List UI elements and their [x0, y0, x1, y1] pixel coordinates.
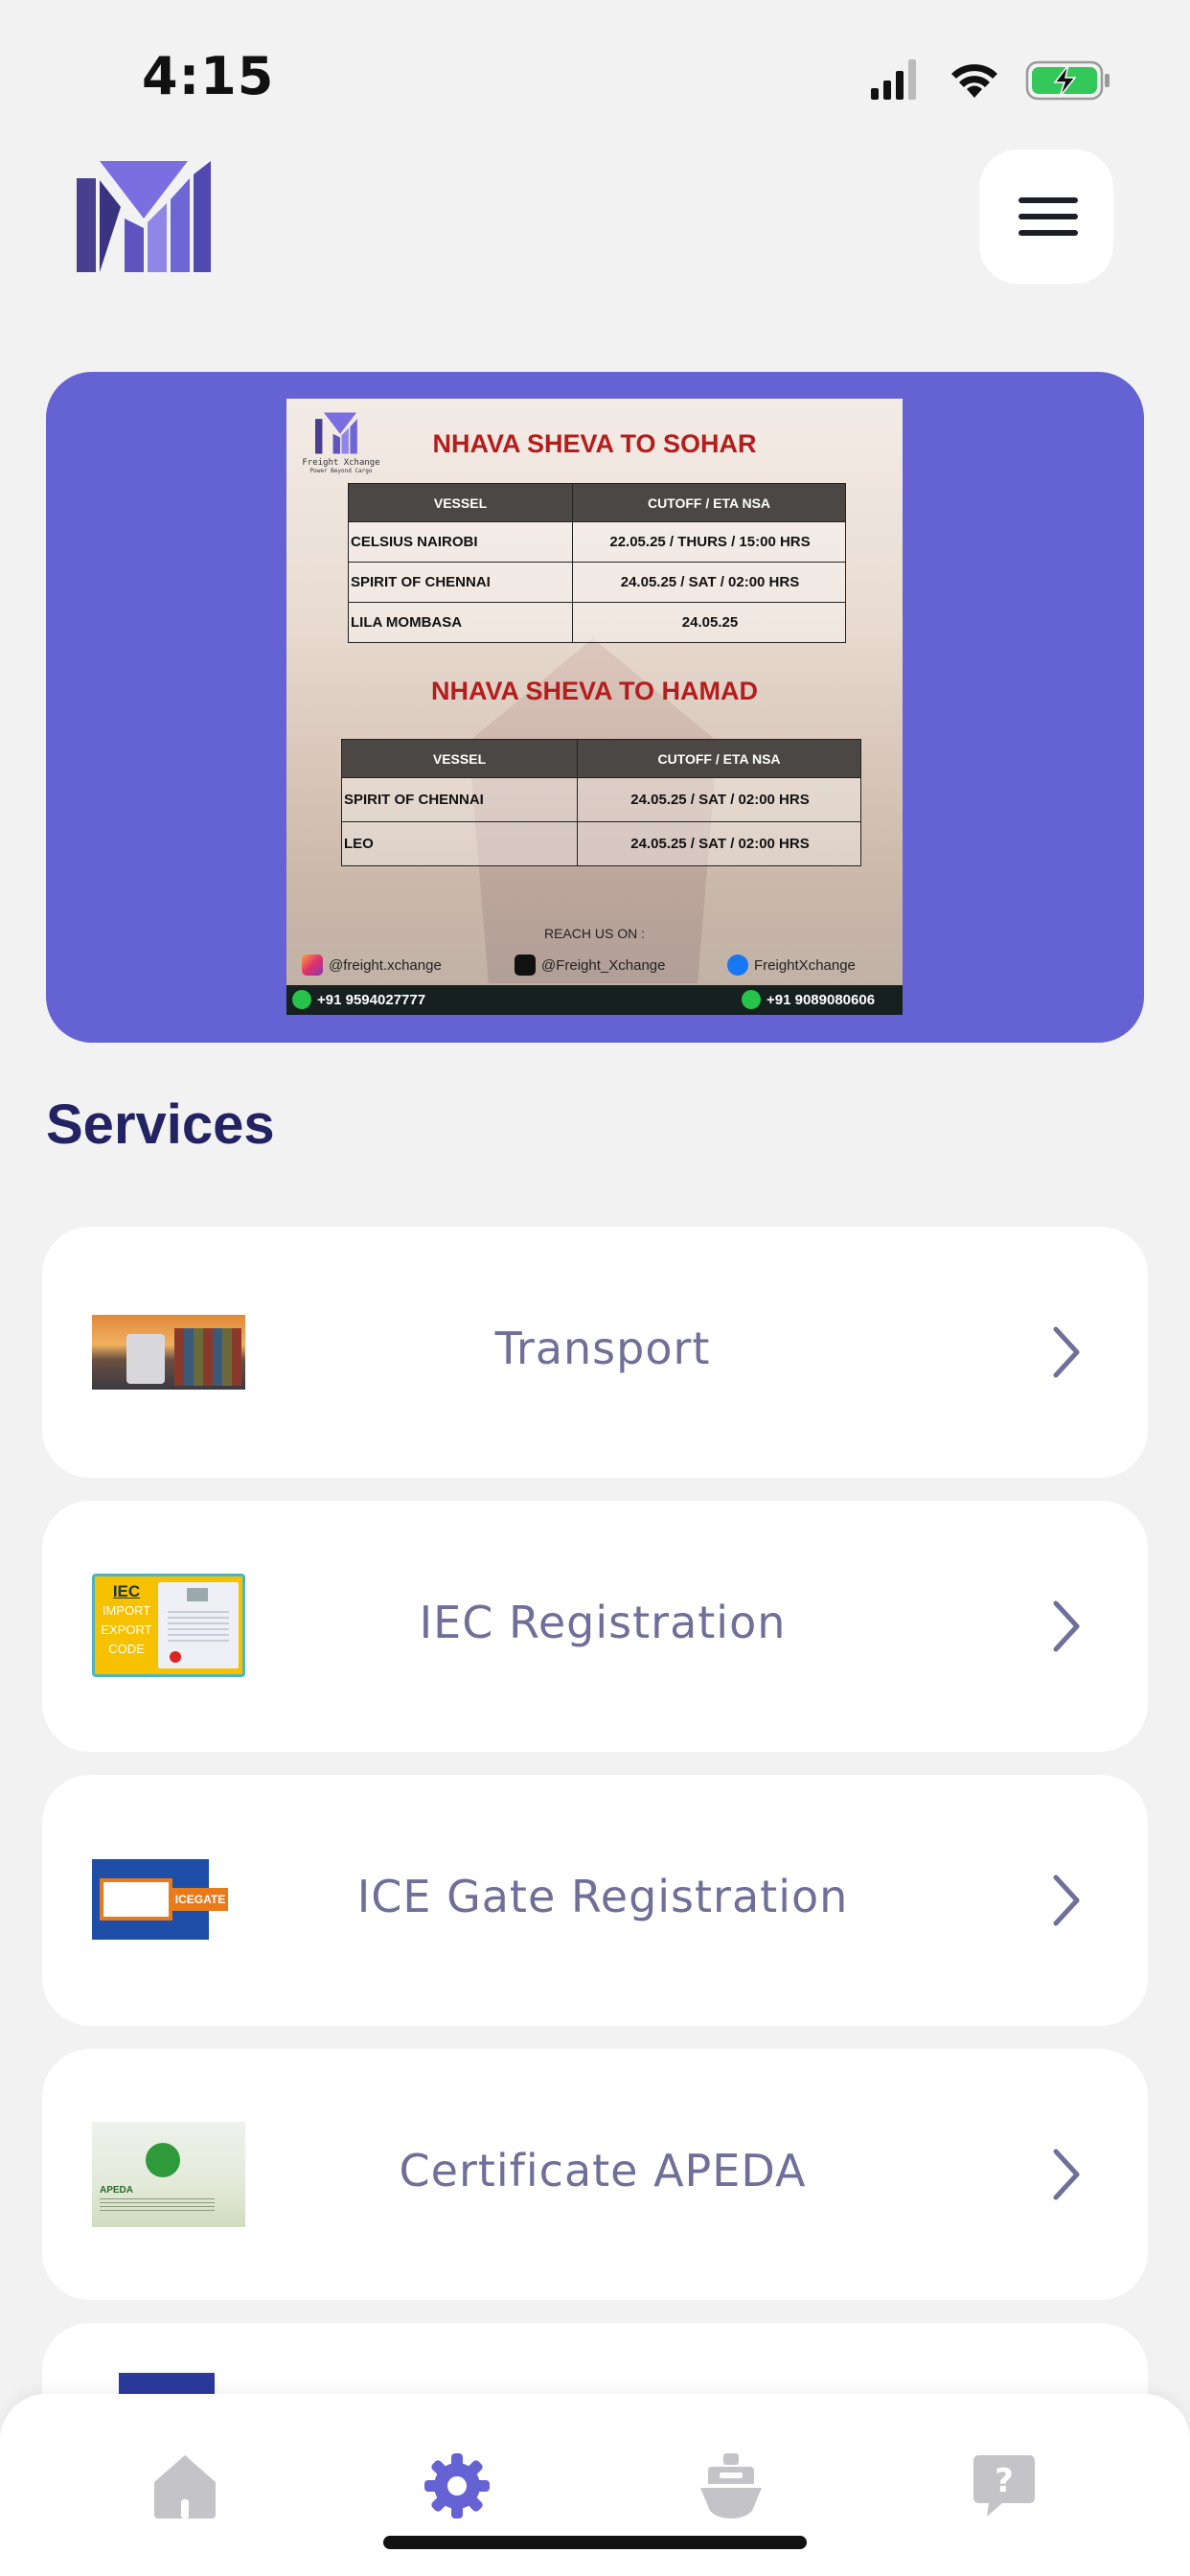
facebook-handle: FreightXchange: [727, 954, 856, 976]
status-time: 4:15: [142, 46, 275, 106]
iec-thumbnail: IEC IMPORT EXPORT CODE: [92, 1574, 245, 1677]
route1-table: VESSEL CUTOFF / ETA NSA CELSIUS NAIROBI …: [348, 483, 846, 643]
menu-button[interactable]: [979, 150, 1113, 284]
wifi-icon: [951, 64, 997, 98]
status-bar: 4:15: [0, 0, 1190, 153]
facebook-icon: [727, 954, 748, 976]
chevron-right-icon: [1053, 2149, 1080, 2200]
table-row: LEO 24.05.25 / SAT / 02:00 HRS: [341, 821, 861, 866]
gear-icon[interactable]: [423, 2451, 492, 2520]
table-row: SPIRIT OF CHENNAI 24.05.25 / SAT / 02:00…: [341, 777, 861, 822]
service-card-transport[interactable]: Transport: [42, 1227, 1148, 1478]
services-title: Services: [46, 1093, 275, 1156]
chevron-right-icon: [1053, 1326, 1080, 1378]
freight-xchange-logo: [77, 161, 211, 272]
table-row: CELSIUS NAIROBI 22.05.25 / THURS / 15:00…: [348, 521, 846, 563]
battery-charging-icon: [1025, 60, 1110, 101]
whatsapp-icon: [292, 990, 311, 1009]
service-label: Transport: [494, 1322, 711, 1374]
route2-table: VESSEL CUTOFF / ETA NSA SPIRIT OF CHENNA…: [341, 739, 861, 866]
schedule-flyer: Freight Xchange Power Beyond Cargo NHAVA…: [286, 399, 903, 1015]
help-icon[interactable]: ?: [970, 2451, 1039, 2520]
instagram-handle: @freight.xchange: [302, 954, 442, 976]
phone-1: +91 9594027777: [292, 990, 425, 1009]
whatsapp-icon: [742, 990, 761, 1009]
home-icon[interactable]: [150, 2451, 219, 2520]
flyer-footer: +91 9594027777 +91 9089080606: [286, 985, 903, 1015]
service-label: IEC Registration: [419, 1597, 787, 1648]
service-card-certificate-apeda[interactable]: APEDA Certificate APEDA: [42, 2049, 1148, 2300]
instagram-icon: [302, 954, 323, 976]
icegate-thumbnail: ICEGATE: [92, 1859, 245, 1940]
app-screen: 4:15 Freight Xchange Power Beyond Cargo …: [0, 0, 1190, 2576]
service-label: Certificate APEDA: [399, 2145, 807, 2196]
apeda-thumbnail: APEDA: [92, 2122, 245, 2227]
flyer-brand: Freight Xchange Power Beyond Cargo: [302, 458, 380, 474]
service-card-iec-registration[interactable]: IEC IMPORT EXPORT CODE IEC Registration: [42, 1501, 1148, 1752]
transport-thumbnail: [92, 1315, 245, 1390]
route2-title: NHAVA SHEVA TO HAMAD: [430, 677, 758, 705]
promo-banner[interactable]: Freight Xchange Power Beyond Cargo NHAVA…: [46, 372, 1144, 1043]
chevron-right-icon: [1053, 1874, 1080, 1926]
reach-us-label: REACH US ON :: [543, 926, 645, 941]
route1-title: NHAVA SHEVA TO SOHAR: [432, 429, 757, 458]
x-icon: [515, 954, 536, 976]
table-row: LILA MOMBASA 24.05.25: [348, 602, 846, 643]
home-indicator: [383, 2536, 807, 2549]
x-handle: @Freight_Xchange: [515, 954, 665, 976]
svg-text:?: ?: [995, 2462, 1014, 2500]
phone-2: +91 9089080606: [742, 990, 875, 1009]
cellular-signal-icon: [871, 59, 916, 100]
table-row: SPIRIT OF CHENNAI 24.05.25 / SAT / 02:00…: [348, 562, 846, 603]
service-card-ice-gate-registration[interactable]: ICEGATE ICE Gate Registration: [42, 1775, 1148, 2026]
chevron-right-icon: [1053, 1600, 1080, 1652]
status-icons: [871, 59, 1110, 101]
ship-icon[interactable]: [697, 2451, 766, 2520]
service-label: ICE Gate Registration: [356, 1871, 849, 1922]
